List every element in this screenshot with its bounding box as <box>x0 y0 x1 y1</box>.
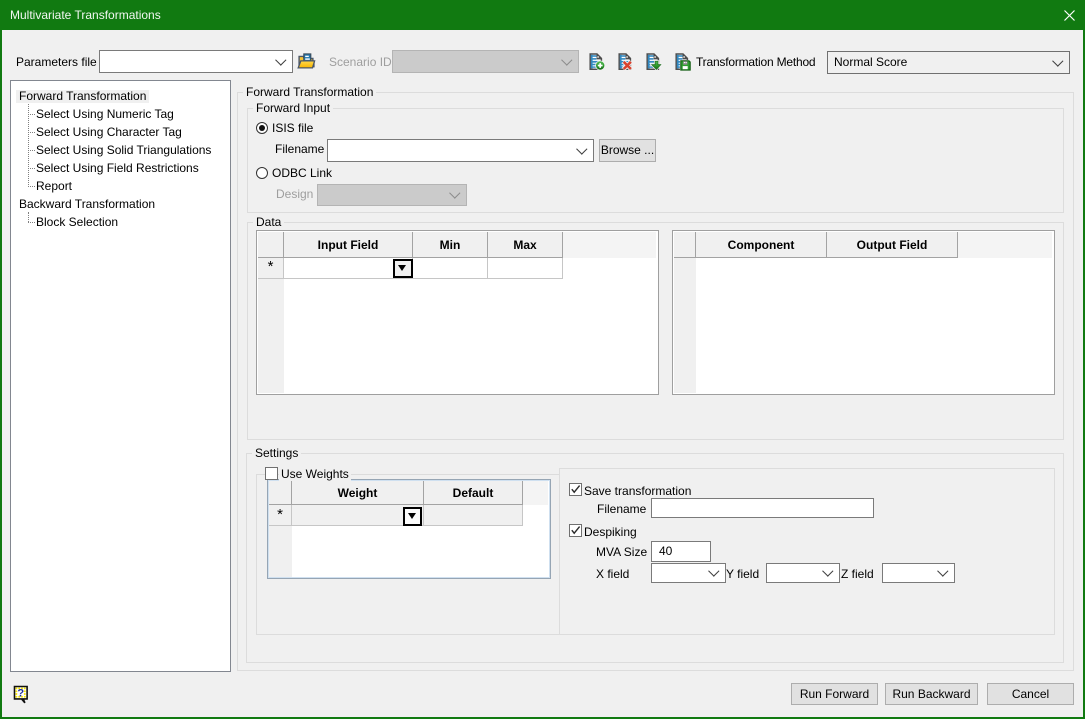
svg-text:?: ? <box>17 687 24 699</box>
